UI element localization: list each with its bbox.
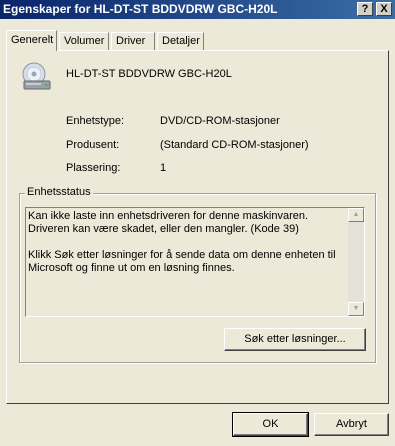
scroll-down-arrow-icon[interactable]: ▼ (348, 302, 364, 316)
device-type-label: Enhetstype: (66, 115, 125, 127)
device-type-value: DVD/CD-ROM-stasjoner (160, 115, 280, 127)
cd-drive-icon (21, 61, 53, 93)
help-button[interactable]: ? (357, 2, 373, 16)
tab-generelt[interactable]: Generelt (6, 30, 57, 51)
device-status-text: Kan ikke laste inn enhetsdriveren for de… (28, 210, 346, 288)
device-status-textbox[interactable]: Kan ikke laste inn enhetsdriveren for de… (25, 207, 365, 317)
window-title: Egenskaper for HL-DT-ST BDDVDRW GBC-H20L (3, 2, 278, 16)
title-bar[interactable]: Egenskaper for HL-DT-ST BDDVDRW GBC-H20L… (0, 0, 395, 19)
ok-button[interactable]: OK (232, 412, 309, 437)
status-message: Kan ikke laste inn enhetsdriveren for de… (28, 210, 309, 235)
location-label: Plassering: (66, 162, 121, 174)
device-status-legend: Enhetsstatus (25, 186, 93, 198)
status-scrollbar[interactable]: ▲ ▼ (348, 208, 364, 316)
general-tab-panel: HL-DT-ST BDDVDRW GBC-H20L Enhetstype: DV… (6, 50, 389, 404)
tab-driver[interactable]: Driver (111, 32, 155, 50)
close-button[interactable]: X (376, 2, 392, 16)
search-solutions-button[interactable]: Søk etter løsninger... (224, 328, 366, 351)
cancel-button[interactable]: Avbryt (314, 413, 389, 436)
manufacturer-label: Produsent: (66, 139, 120, 151)
device-name: HL-DT-ST BDDVDRW GBC-H20L (66, 68, 232, 80)
scroll-up-arrow-icon[interactable]: ▲ (348, 208, 364, 222)
location-value: 1 (160, 162, 167, 174)
manufacturer-value: (Standard CD-ROM-stasjoner) (160, 139, 309, 151)
tab-detaljer[interactable]: Detaljer (157, 32, 204, 50)
status-instruction: Klikk Søk etter løsninger for å sende da… (28, 249, 336, 274)
tab-volumer[interactable]: Volumer (59, 32, 109, 50)
